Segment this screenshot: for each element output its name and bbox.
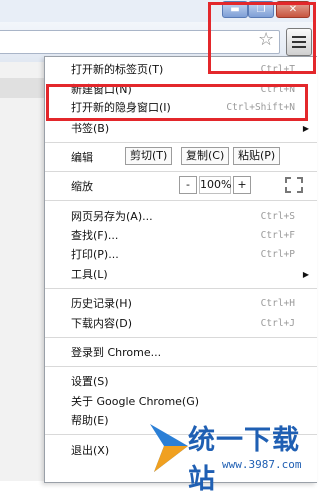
menu-divider xyxy=(45,200,317,201)
menu-divider xyxy=(45,288,317,289)
menu-divider xyxy=(45,337,317,338)
menu-item-label: 书签(B) xyxy=(71,122,110,135)
menu-item-label: 帮助(E) xyxy=(71,414,109,427)
shortcut-label: Ctrl+S xyxy=(260,211,295,222)
highlight-box-menu-button xyxy=(208,2,316,74)
menu-item-label: 登录到 Chrome... xyxy=(71,346,162,359)
menu-item-label: 历史记录(H) xyxy=(71,297,132,310)
menu-divider xyxy=(45,366,317,367)
shortcut-label: Ctrl+J xyxy=(260,318,295,329)
watermark-swoosh-icon xyxy=(150,424,188,472)
menu-item-tools[interactable]: 工具(L) ▶ xyxy=(71,266,309,284)
shortcut-label: Ctrl+P xyxy=(260,249,295,260)
zoom-out-button[interactable]: - xyxy=(179,176,197,194)
submenu-arrow-icon: ▶ xyxy=(302,270,309,279)
cut-button[interactable]: 剪切(T) xyxy=(125,147,173,165)
watermark-url: www.3987.com xyxy=(222,458,302,471)
paste-button[interactable]: 粘贴(P) xyxy=(233,147,281,165)
menu-item-label: 编辑 xyxy=(71,151,93,164)
menu-item-downloads[interactable]: 下载内容(D) Ctrl+J xyxy=(71,315,309,333)
zoom-in-button[interactable]: + xyxy=(233,176,251,194)
menu-row-edit: 编辑 剪切(T) 复制(C) 粘贴(P) xyxy=(71,147,309,167)
menu-item-label: 下载内容(D) xyxy=(71,317,133,330)
menu-item-label: 网页另存为(A)... xyxy=(71,210,153,223)
highlight-box-incognito xyxy=(46,84,308,121)
menu-item-label: 缩放 xyxy=(71,180,93,193)
menu-divider xyxy=(45,171,317,172)
menu-item-label: 打印(P)... xyxy=(71,248,119,261)
copy-button[interactable]: 复制(C) xyxy=(181,147,230,165)
menu-item-label: 关于 Google Chrome(G) xyxy=(71,395,200,408)
watermark-text: 统一下载站 xyxy=(188,425,300,495)
watermark-logo: 统一下载站 www.3987.com xyxy=(148,414,316,495)
menu-item-bookmarks[interactable]: 书签(B) ▶ xyxy=(71,120,309,138)
menu-item-print[interactable]: 打印(P)... Ctrl+P xyxy=(71,246,309,264)
zoom-level: 100% xyxy=(199,176,231,194)
page-content-area xyxy=(0,62,44,481)
menu-row-zoom: 缩放 - 100% + xyxy=(71,176,309,196)
menu-item-label: 打开新的标签页(T) xyxy=(71,63,164,76)
menu-item-history[interactable]: 历史记录(H) Ctrl+H xyxy=(71,295,309,313)
menu-item-find[interactable]: 查找(F)... Ctrl+F xyxy=(71,227,309,245)
menu-item-label: 查找(F)... xyxy=(71,229,119,242)
menu-item-label: 设置(S) xyxy=(71,375,109,388)
menu-item-sign-in[interactable]: 登录到 Chrome... xyxy=(71,344,309,362)
menu-item-settings[interactable]: 设置(S) xyxy=(71,373,309,391)
shortcut-label: Ctrl+F xyxy=(260,230,295,241)
menu-item-about[interactable]: 关于 Google Chrome(G) xyxy=(71,393,309,411)
menu-item-save-as[interactable]: 网页另存为(A)... Ctrl+S xyxy=(71,208,309,226)
menu-item-label: 工具(L) xyxy=(71,268,108,281)
shortcut-label: Ctrl+H xyxy=(260,298,295,309)
fullscreen-icon[interactable] xyxy=(285,177,303,193)
menu-item-label: 退出(X) xyxy=(71,444,110,457)
submenu-arrow-icon: ▶ xyxy=(302,124,309,133)
page-tab-strip xyxy=(0,78,44,98)
menu-divider xyxy=(45,142,317,143)
